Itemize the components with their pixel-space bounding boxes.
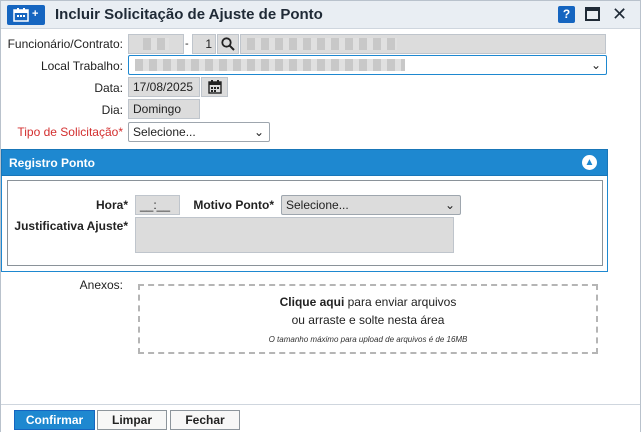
upload-click-link[interactable]: Clique aqui [280, 295, 345, 309]
motivo-ponto-value: Selecione... [286, 198, 349, 212]
funcionario-nome-field [240, 34, 606, 54]
data-field[interactable]: 17/08/2025 [128, 77, 200, 97]
maximize-icon[interactable] [585, 7, 600, 21]
upload-dropzone[interactable]: Clique aqui para enviar arquivos ou arra… [138, 284, 598, 354]
upload-click-text[interactable]: Clique aqui para enviar arquivos [140, 295, 596, 309]
footer-bar: Confirmar Limpar Fechar [1, 404, 640, 432]
data-label: Data: [94, 81, 123, 95]
contrato-separator: - [185, 38, 189, 50]
justificativa-textarea[interactable] [135, 217, 454, 253]
motivo-ponto-select[interactable]: Selecione... ⌄ [281, 195, 461, 215]
dia-label: Dia: [101, 103, 123, 117]
chevron-down-icon: ⌄ [444, 198, 455, 212]
title-bar: + Incluir Solicitação de Ajuste de Ponto… [1, 1, 640, 29]
tipo-solicitacao-value: Selecione... [133, 125, 196, 139]
local-trabalho-label: Local Trabalho: [40, 59, 123, 73]
funcionario-field[interactable] [128, 34, 184, 54]
calendar-plus-icon: + [7, 5, 45, 25]
dialog-window: + Incluir Solicitação de Ajuste de Ponto… [0, 0, 641, 432]
chevron-down-icon: ⌄ [253, 125, 264, 139]
upload-limit-text: O tamanho máximo para upload de arquivos… [268, 335, 468, 344]
close-button[interactable]: Fechar [170, 410, 240, 430]
hora-label: Hora* [95, 198, 128, 212]
close-icon[interactable]: ✕ [612, 4, 627, 25]
registro-ponto-title: Registro Ponto [9, 156, 95, 170]
funcionario-label: Funcionário/Contrato: [7, 37, 123, 51]
confirm-button[interactable]: Confirmar [14, 410, 95, 430]
registro-ponto-body: Hora* __:__ Motivo Ponto* Selecione... ⌄… [1, 176, 608, 272]
contrato-field[interactable]: 1 [192, 34, 216, 54]
help-icon[interactable]: ? [558, 6, 575, 23]
tipo-solicitacao-select[interactable]: Selecione... ⌄ [128, 122, 270, 142]
dia-field: Domingo [128, 99, 200, 119]
local-trabalho-select[interactable]: ⌄ [128, 55, 607, 75]
motivo-ponto-label: Motivo Ponto* [193, 198, 274, 212]
tipo-solicitacao-label: Tipo de Solicitação* [17, 125, 123, 139]
upload-click-rest: para enviar arquivos [344, 295, 457, 309]
search-icon [221, 37, 235, 51]
calendar-button[interactable] [201, 77, 228, 97]
justificativa-label: Justificativa Ajuste* [14, 219, 128, 233]
window-title: Incluir Solicitação de Ajuste de Ponto [55, 6, 323, 23]
registro-ponto-panel: Hora* __:__ Motivo Ponto* Selecione... ⌄… [7, 180, 603, 266]
hora-field[interactable]: __:__ [135, 195, 180, 215]
registro-ponto-header[interactable]: Registro Ponto ▲ [1, 149, 608, 176]
upload-drag-text: ou arraste e solte nesta área [291, 313, 445, 327]
collapse-up-icon[interactable]: ▲ [582, 155, 597, 170]
clear-button[interactable]: Limpar [97, 410, 167, 430]
chevron-down-icon: ⌄ [590, 58, 601, 72]
anexos-label: Anexos: [79, 278, 123, 292]
search-button[interactable] [217, 34, 239, 54]
calendar-icon [208, 80, 222, 94]
